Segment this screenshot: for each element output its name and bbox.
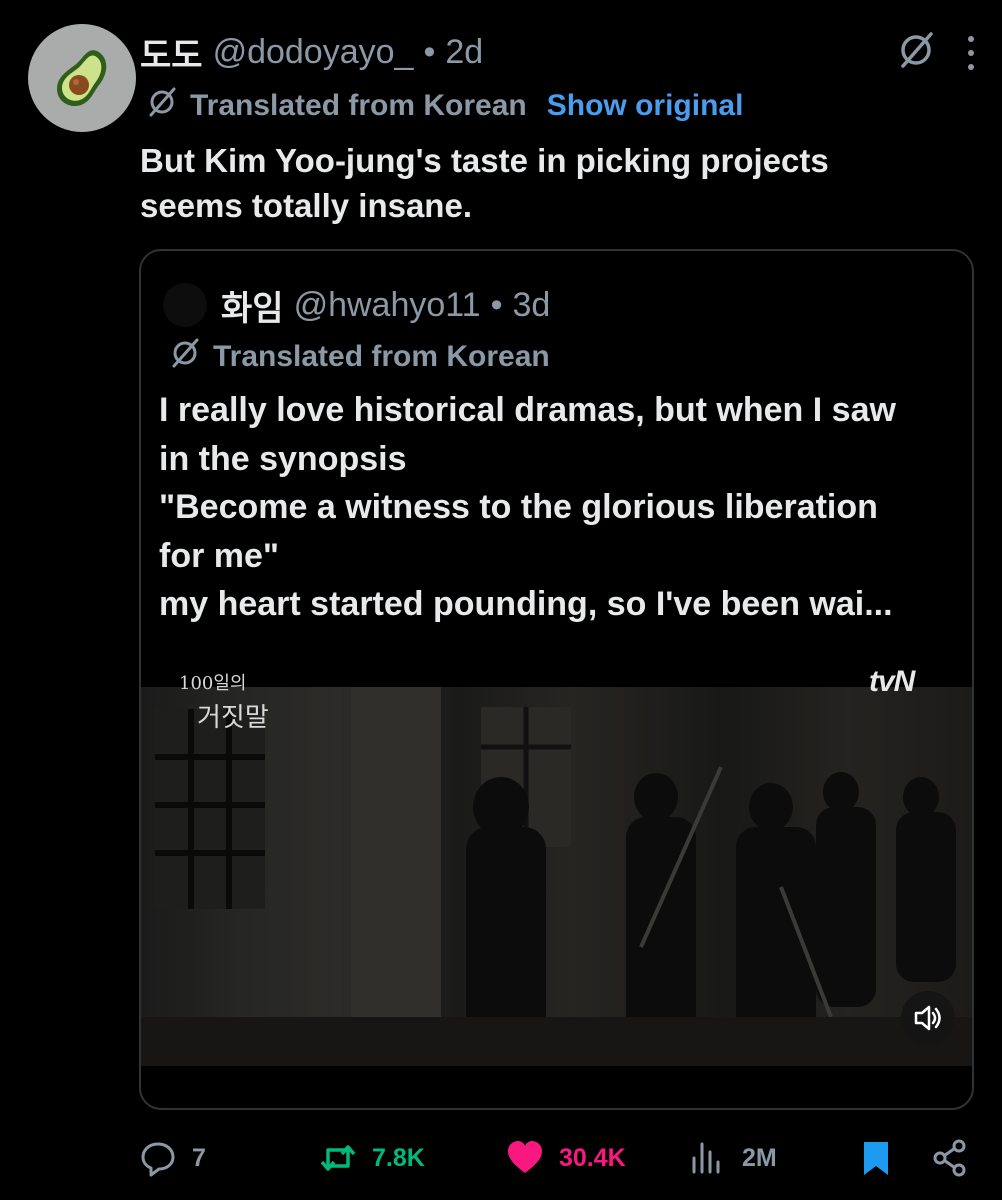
share-button[interactable] — [930, 1133, 970, 1183]
quoted-text-line: for me" — [159, 536, 280, 575]
drama-title-overlay: 100일의 거짓말 — [179, 669, 269, 734]
translate-icon — [146, 86, 178, 126]
quoted-translated-label: Translated from Korean — [213, 340, 550, 373]
tvn-logo: tvN — [869, 665, 915, 698]
translated-label: Translated from Korean — [190, 89, 527, 122]
tweet-text-line: But Kim Yoo-jung's taste in picking proj… — [140, 142, 829, 179]
speaker-mute-icon — [914, 1005, 941, 1031]
avocado-icon — [57, 50, 107, 107]
action-bar: 7 7.8K 30.4K 2M — [0, 1133, 1002, 1183]
quoted-tweet-card[interactable]: 화임 @hwahyo11 • 3d Translated from Korean… — [139, 249, 974, 1110]
quoted-text-line: I really love historical dramas, but whe… — [159, 391, 896, 429]
video-frame — [141, 687, 972, 1066]
separator-dot: • — [423, 32, 436, 71]
quoted-text-line: in the synopsis — [159, 439, 407, 478]
reply-icon — [141, 1142, 175, 1177]
tweet-text-line: seems totally insane. — [140, 187, 472, 224]
drama-title-line2: 거짓말 — [197, 703, 269, 733]
share-icon — [933, 1139, 966, 1177]
reply-button[interactable]: 7 — [138, 1133, 206, 1183]
separator-dot: • — [490, 285, 503, 324]
tweet-header: 도도 @dodoyayo_ • 2d — [140, 28, 483, 77]
quoted-tweet-header: 화임 @hwahyo11 • 3d — [163, 283, 551, 328]
repost-button[interactable]: 7.8K — [318, 1133, 425, 1183]
bookmark-icon — [864, 1142, 888, 1175]
views-count: 2M — [742, 1143, 777, 1172]
quoted-display-name: 화임 — [221, 289, 284, 328]
more-dots-icon[interactable] — [966, 35, 976, 70]
avatar[interactable] — [28, 24, 136, 132]
repost-icon — [320, 1145, 356, 1171]
translate-icon — [169, 337, 201, 377]
quoted-text-line: my heart started pounding, so I've been … — [159, 585, 893, 623]
show-original-link[interactable]: Show original — [547, 89, 744, 123]
views-icon — [692, 1142, 720, 1174]
timestamp[interactable]: 2d — [445, 33, 483, 72]
views-button[interactable]: 2M — [688, 1133, 777, 1183]
heart-icon — [508, 1141, 542, 1173]
like-button[interactable]: 30.4K — [505, 1133, 626, 1183]
video-player[interactable]: 100일의 거짓말 tvN — [141, 651, 972, 1066]
quoted-timestamp: 3d — [512, 285, 551, 324]
handle[interactable]: @dodoyayo_ — [213, 33, 414, 72]
quoted-text-line: "Become a witness to the glorious libera… — [159, 488, 878, 526]
translation-info: Translated from Korean Show original — [146, 86, 743, 126]
quoted-avatar — [163, 283, 207, 327]
quoted-tweet-text: I really love historical dramas, but whe… — [159, 386, 969, 629]
quoted-handle: @hwahyo11 — [293, 285, 481, 324]
mute-button[interactable] — [901, 991, 955, 1045]
drama-title-line1: 100일의 — [179, 673, 247, 694]
top-right-actions — [896, 30, 976, 75]
repost-count: 7.8K — [372, 1143, 425, 1172]
grok-icon[interactable] — [896, 30, 936, 75]
tweet-text: But Kim Yoo-jung's taste in picking proj… — [140, 138, 980, 228]
quoted-translation-info: Translated from Korean — [169, 337, 550, 377]
bookmark-button[interactable] — [856, 1133, 896, 1183]
reply-count: 7 — [192, 1143, 206, 1172]
like-count: 30.4K — [559, 1143, 626, 1172]
display-name[interactable]: 도도 — [140, 28, 203, 77]
